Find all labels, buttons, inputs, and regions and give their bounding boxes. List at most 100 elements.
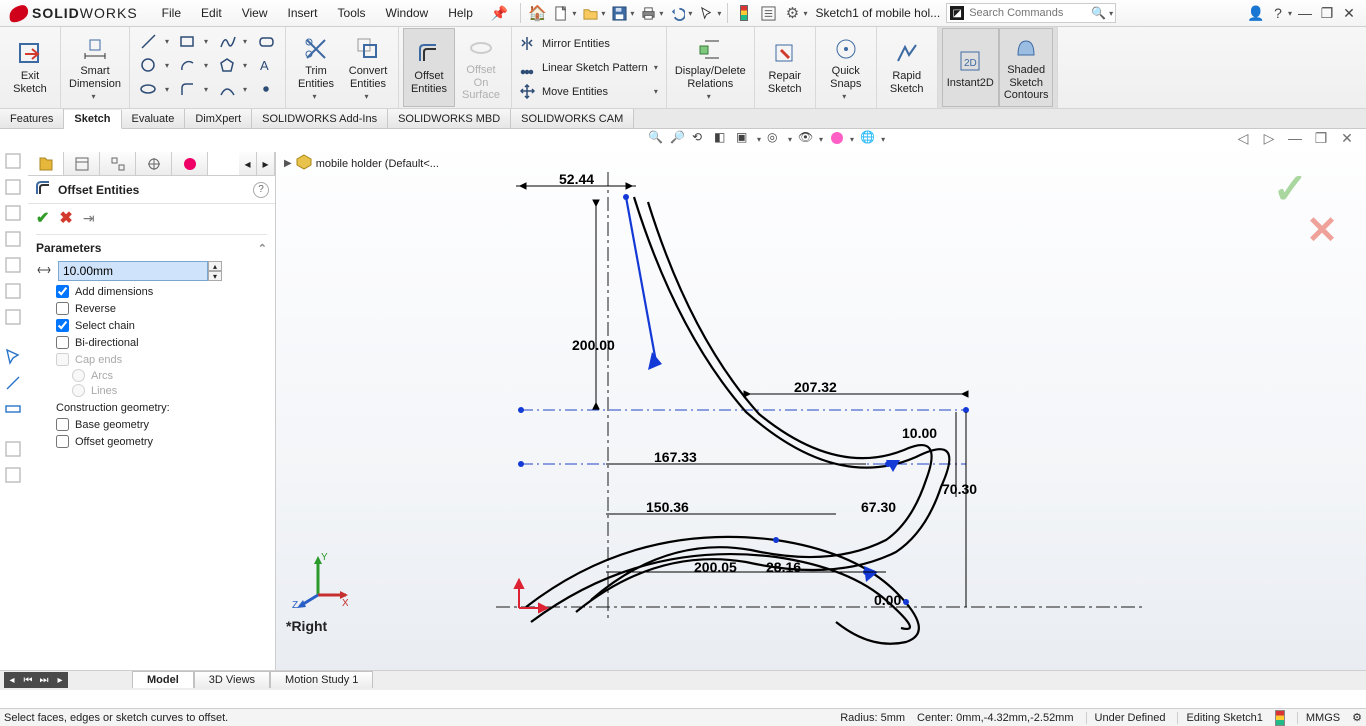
user-icon[interactable]: 👤	[1248, 5, 1264, 21]
search-scope-icon[interactable]: ◪	[950, 6, 964, 20]
help-icon[interactable]: ?	[1270, 5, 1286, 21]
bottom-tab-motion[interactable]: Motion Study 1	[270, 671, 373, 688]
search-commands[interactable]: ◪ 🔍▾	[946, 3, 1116, 23]
display-style-icon[interactable]: ◎	[767, 130, 785, 148]
exit-sketch-button[interactable]: Exit Sketch	[4, 28, 56, 107]
plane-icon[interactable]	[257, 80, 275, 98]
menu-view[interactable]: View	[232, 2, 278, 24]
vtb-icon-3[interactable]	[4, 204, 24, 224]
flyout-expand-icon[interactable]: ▶	[284, 158, 292, 169]
view-next-icon[interactable]: ▷	[1261, 130, 1277, 146]
undo-icon[interactable]	[667, 3, 687, 23]
vtb-icon-5[interactable]	[4, 256, 24, 276]
dim-70-30[interactable]: 70.30	[942, 481, 977, 497]
section-view-icon[interactable]: ◧	[714, 130, 732, 148]
reverse-checkbox[interactable]: Reverse	[36, 300, 267, 317]
polygon-icon[interactable]	[218, 56, 236, 74]
search-icon[interactable]: 🔍	[1091, 6, 1106, 20]
linear-pattern-button[interactable]: Linear Sketch Pattern▾	[516, 56, 662, 80]
move-entities-button[interactable]: Move Entities▾	[516, 80, 662, 104]
hide-show-icon[interactable]: 👁	[798, 130, 816, 148]
status-customize-icon[interactable]: ⚙	[1352, 711, 1362, 724]
vtb-icon-1[interactable]	[4, 152, 24, 172]
vtb-icon-9[interactable]	[4, 466, 24, 486]
spline-icon[interactable]	[218, 32, 236, 50]
menu-edit[interactable]: Edit	[191, 2, 232, 24]
arc-icon[interactable]	[179, 56, 197, 74]
offset-entities-button[interactable]: Offset Entities	[403, 28, 455, 107]
print-icon[interactable]	[638, 3, 658, 23]
dim-150-36[interactable]: 150.36	[646, 499, 689, 515]
fm-tab-property-mgr[interactable]	[64, 152, 100, 175]
dim-200-05[interactable]: 200.05	[694, 559, 737, 575]
tab-scroll-left[interactable]: ◂	[4, 672, 20, 688]
edit-appearance-icon[interactable]	[829, 130, 847, 148]
view-restore[interactable]: ❐	[1313, 130, 1329, 146]
corner-rect-icon[interactable]	[179, 32, 197, 50]
trim-entities-button[interactable]: Trim Entities▾	[290, 28, 342, 107]
view-prev-icon[interactable]: ◁	[1235, 130, 1251, 146]
dim-167-33[interactable]: 167.33	[654, 449, 697, 465]
add-dimensions-checkbox[interactable]: Add dimensions	[36, 283, 267, 300]
propmgr-pushpin-icon[interactable]: ⇥	[83, 210, 95, 227]
prev-view-icon[interactable]: ⟲	[692, 130, 710, 148]
slot-icon[interactable]	[257, 32, 275, 50]
zoom-fit-icon[interactable]: 🔍	[648, 130, 666, 148]
tab-scroll-start[interactable]: ⏮	[20, 672, 36, 688]
zoom-area-icon[interactable]: 🔎	[670, 130, 688, 148]
offset-distance-input[interactable]	[58, 261, 208, 281]
fm-tab-display-mgr[interactable]	[172, 152, 208, 175]
quick-snaps-button[interactable]: Quick Snaps▾	[820, 28, 872, 107]
view-close[interactable]: ✕	[1339, 130, 1355, 146]
view-orient-icon[interactable]: ▣	[736, 130, 754, 148]
open-doc-icon[interactable]	[580, 3, 600, 23]
view-minimize[interactable]: —	[1287, 130, 1303, 146]
settings-gear-icon[interactable]: ⚙	[782, 3, 802, 23]
tab-features[interactable]: Features	[0, 109, 64, 128]
display-delete-relations-button[interactable]: Display/Delete Relations▾	[671, 28, 750, 107]
menu-window[interactable]: Window	[376, 2, 439, 24]
rebuild-traffic-icon[interactable]	[734, 3, 754, 23]
vtb-select-icon[interactable]	[4, 348, 24, 368]
fm-tab-feature-tree[interactable]	[28, 152, 64, 175]
bottom-tab-model[interactable]: Model	[132, 671, 194, 688]
graphics-area[interactable]: ✓ ✕	[276, 152, 1366, 690]
parameters-collapse-icon[interactable]: ⌃	[258, 242, 267, 255]
smart-dimension-button[interactable]: Smart Dimension▾	[65, 28, 125, 107]
point-icon[interactable]	[218, 80, 236, 98]
base-geometry-checkbox[interactable]: Base geometry	[36, 416, 267, 433]
fillet-icon[interactable]	[179, 80, 197, 98]
vtb-icon-7[interactable]	[4, 308, 24, 328]
convert-entities-button[interactable]: Convert Entities▾	[342, 28, 394, 107]
tab-evaluate[interactable]: Evaluate	[122, 109, 186, 128]
line-tool-icon[interactable]	[140, 32, 158, 50]
dim-28-16[interactable]: 28.16	[766, 559, 801, 575]
apply-scene-icon[interactable]: 🌐	[860, 130, 878, 148]
window-minimize[interactable]: —	[1297, 5, 1313, 21]
instant2d-button[interactable]: 2D Instant2D	[942, 28, 999, 107]
options-list-icon[interactable]	[758, 3, 778, 23]
vtb-sketch-icon[interactable]	[4, 374, 24, 394]
tab-cam[interactable]: SOLIDWORKS CAM	[511, 109, 634, 128]
repair-sketch-button[interactable]: Repair Sketch	[759, 28, 811, 107]
select-icon[interactable]	[696, 3, 716, 23]
text-icon[interactable]: A	[257, 56, 275, 74]
vtb-icon-2[interactable]	[4, 178, 24, 198]
menu-tools[interactable]: Tools	[328, 2, 376, 24]
tab-addins[interactable]: SOLIDWORKS Add-Ins	[252, 109, 388, 128]
propmgr-help-icon[interactable]: ?	[253, 182, 269, 198]
save-icon[interactable]	[609, 3, 629, 23]
mirror-entities-button[interactable]: Mirror Entities	[516, 32, 662, 56]
tab-scroll-right[interactable]: ▸	[52, 672, 68, 688]
bidirectional-checkbox[interactable]: Bi-directional	[36, 334, 267, 351]
fm-tab-config-mgr[interactable]	[100, 152, 136, 175]
distance-spin-down[interactable]: ▾	[208, 271, 222, 281]
distance-spin-up[interactable]: ▴	[208, 261, 222, 271]
window-close[interactable]: ✕	[1341, 5, 1357, 21]
pin-menu-icon[interactable]: 📌	[483, 5, 516, 22]
status-traffic-icon[interactable]	[1275, 710, 1285, 726]
flyout-feature-tree[interactable]: ▶ mobile holder (Default<...	[282, 152, 441, 175]
dim-67-30[interactable]: 67.30	[861, 499, 896, 515]
vtb-measure-icon[interactable]	[4, 400, 24, 420]
propmgr-ok-icon[interactable]: ✔	[36, 208, 49, 228]
